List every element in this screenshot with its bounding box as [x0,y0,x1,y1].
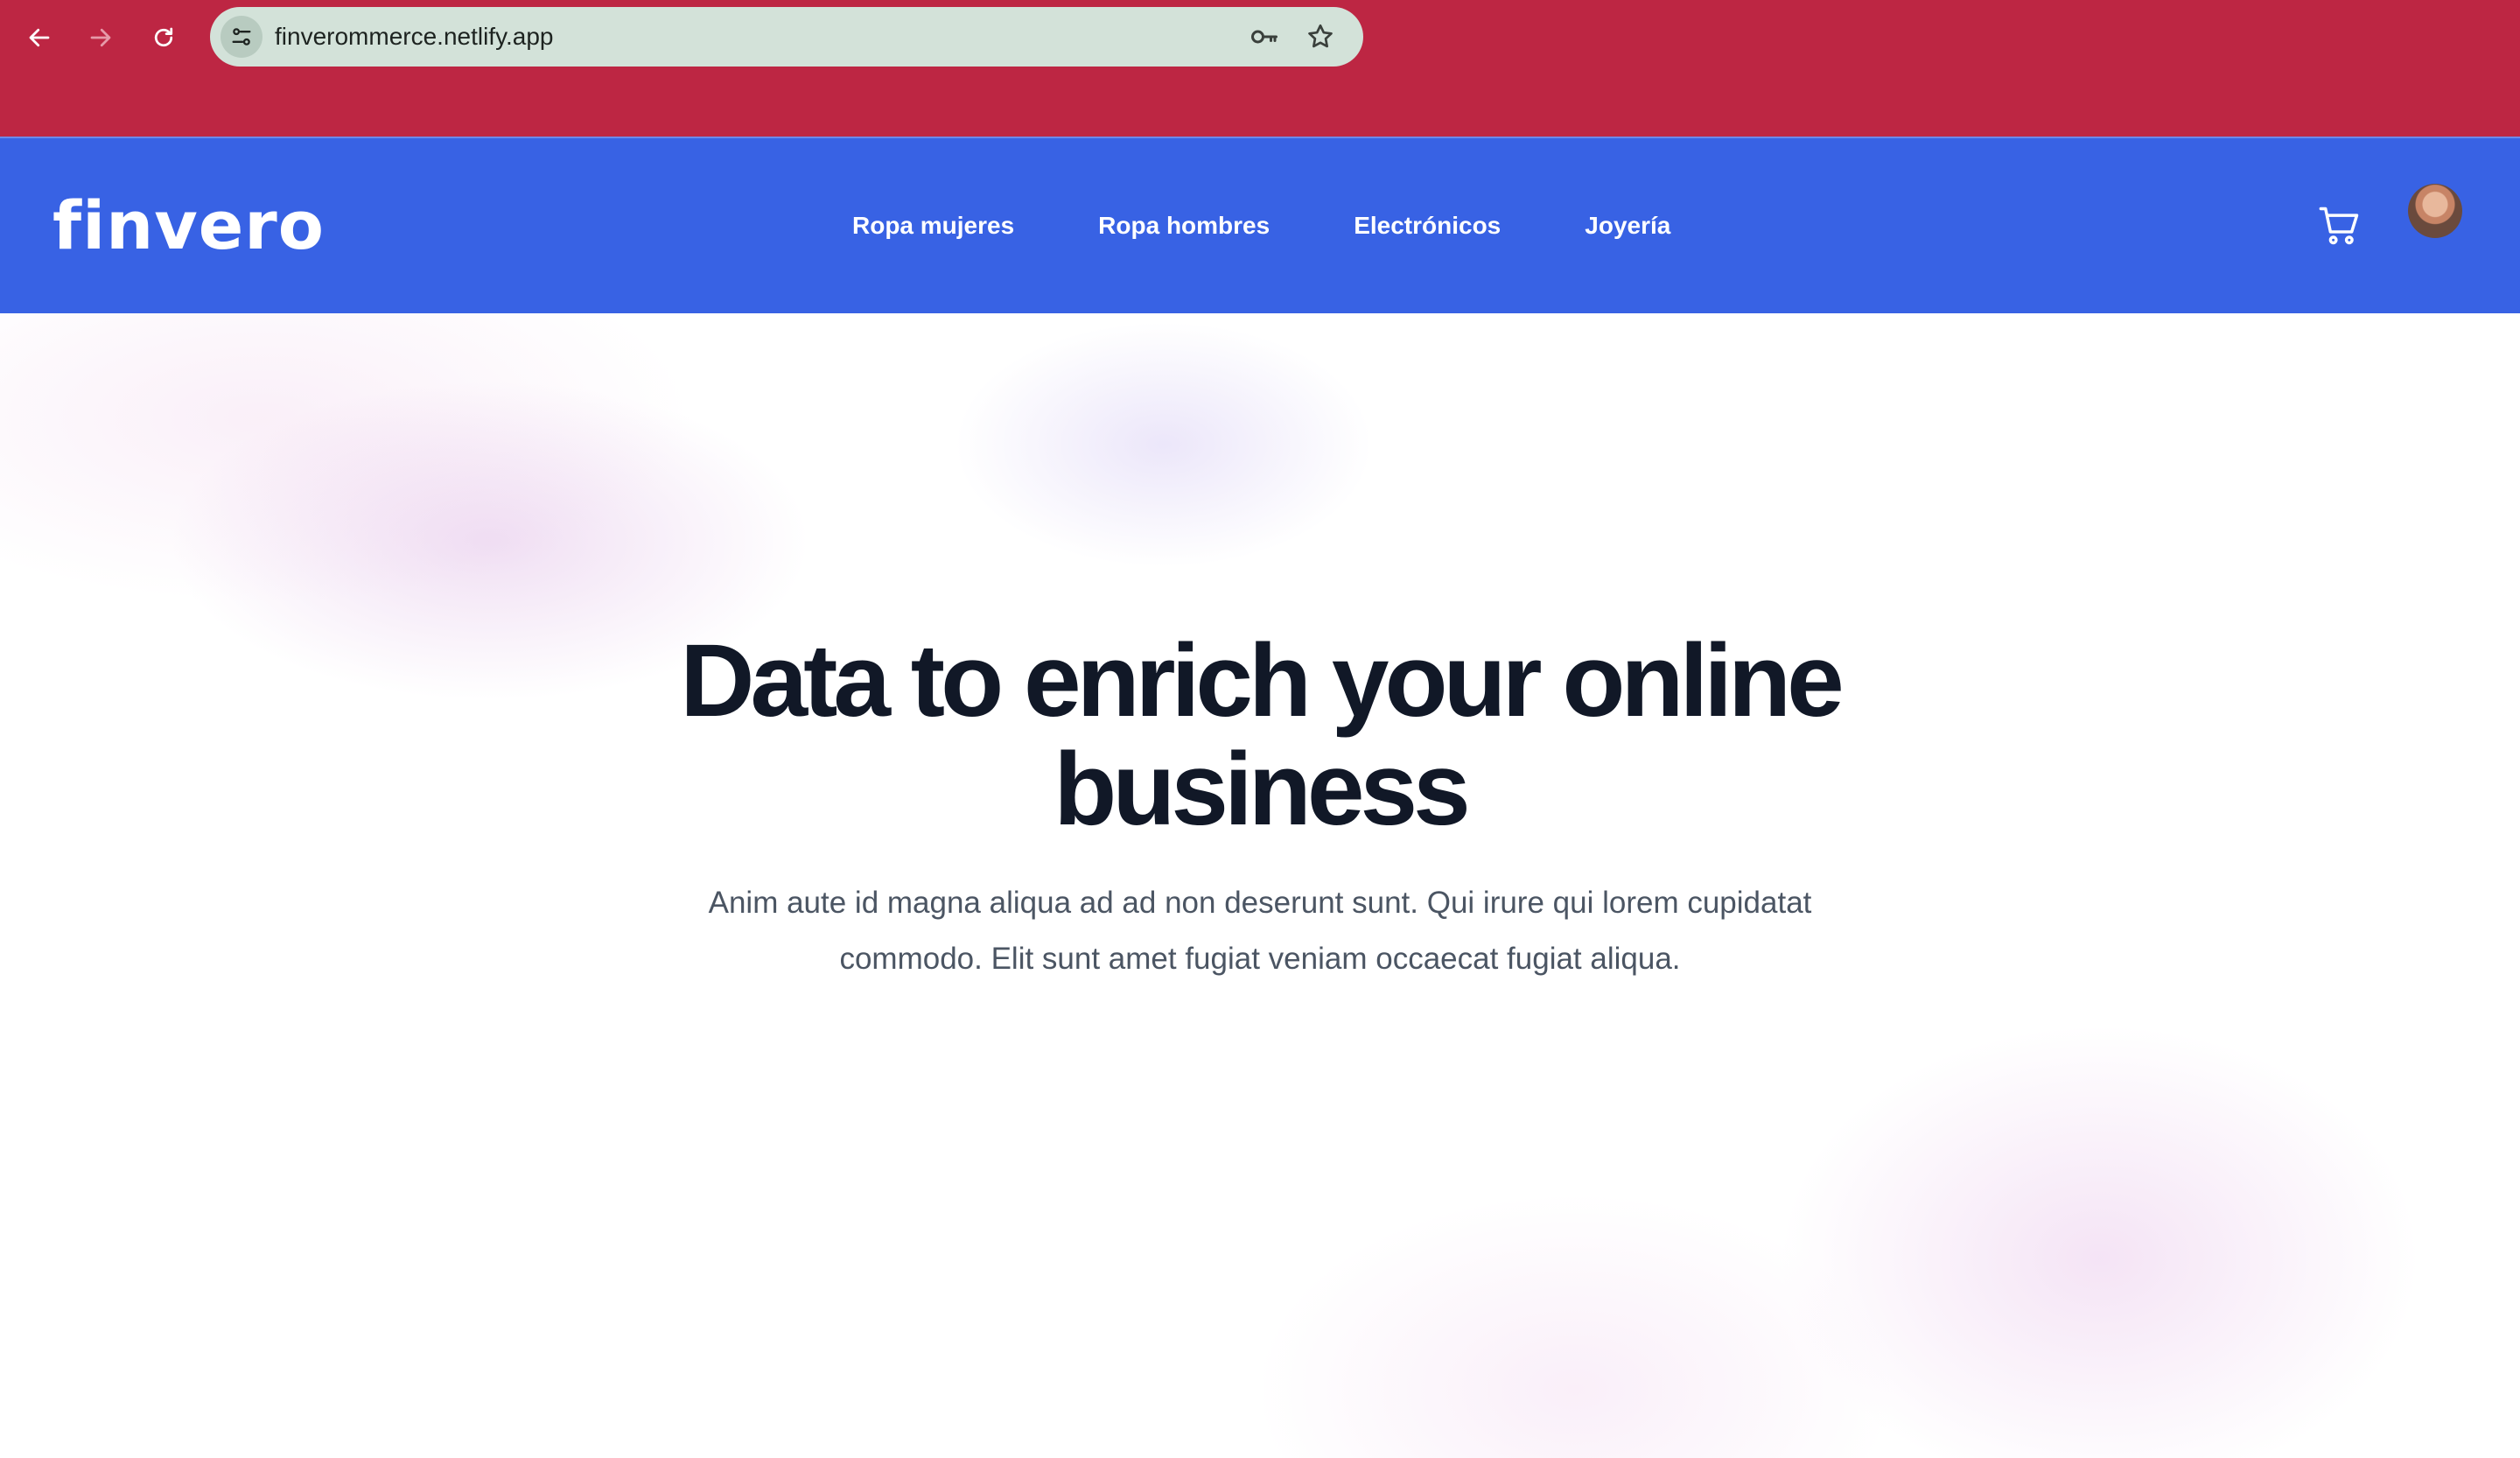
back-button[interactable] [19,18,60,58]
hero-subtitle-line-1: Anim aute id magna aliqua ad ad non dese… [708,886,1812,920]
reload-button[interactable] [144,18,184,58]
site-info-icon [232,28,251,46]
cart-icon [2319,207,2359,245]
cart-button[interactable] [2317,203,2362,249]
site-info-button[interactable] [220,16,262,58]
hero-title-line-1: Data to enrich your online [680,623,1844,739]
key-icon [1251,30,1278,44]
reload-icon [154,27,173,47]
star-icon [1308,24,1333,48]
hero-title-line-2: business [1054,732,1471,847]
nav-link-ropa-mujeres[interactable]: Ropa mujeres [852,212,1014,240]
back-arrow-icon [29,28,50,47]
forward-arrow-icon [90,28,111,47]
forward-button[interactable] [80,18,121,58]
hero-title: Data to enrich your online business [560,627,1960,844]
finvero-logo[interactable]: finvero [52,193,325,259]
hero-subtitle: Anim aute id magna aliqua ad ad non dese… [648,875,1872,987]
bookmark-button[interactable] [1304,20,1337,53]
browser-toolbar: finverommerce.netlify.app [0,0,2520,137]
address-bar[interactable]: finverommerce.netlify.app [210,7,1363,67]
nav-link-electronicos[interactable]: Electrónicos [1354,212,1501,240]
url-text[interactable]: finverommerce.netlify.app [275,7,554,67]
nav-link-ropa-hombres[interactable]: Ropa hombres [1098,212,1270,240]
hero-section: Data to enrich your online business Anim… [0,313,2520,1458]
hero-subtitle-line-2: commodo. Elit sunt amet fugiat veniam oc… [839,942,1681,976]
site-header: finvero Ropa mujeres Ropa hombres Electr… [0,137,2520,313]
avatar[interactable] [2408,184,2462,238]
password-key-button[interactable] [1248,20,1281,53]
nav-link-joyeria[interactable]: Joyería [1585,212,1670,240]
main-nav: Ropa mujeres Ropa hombres Electrónicos J… [852,138,1754,313]
